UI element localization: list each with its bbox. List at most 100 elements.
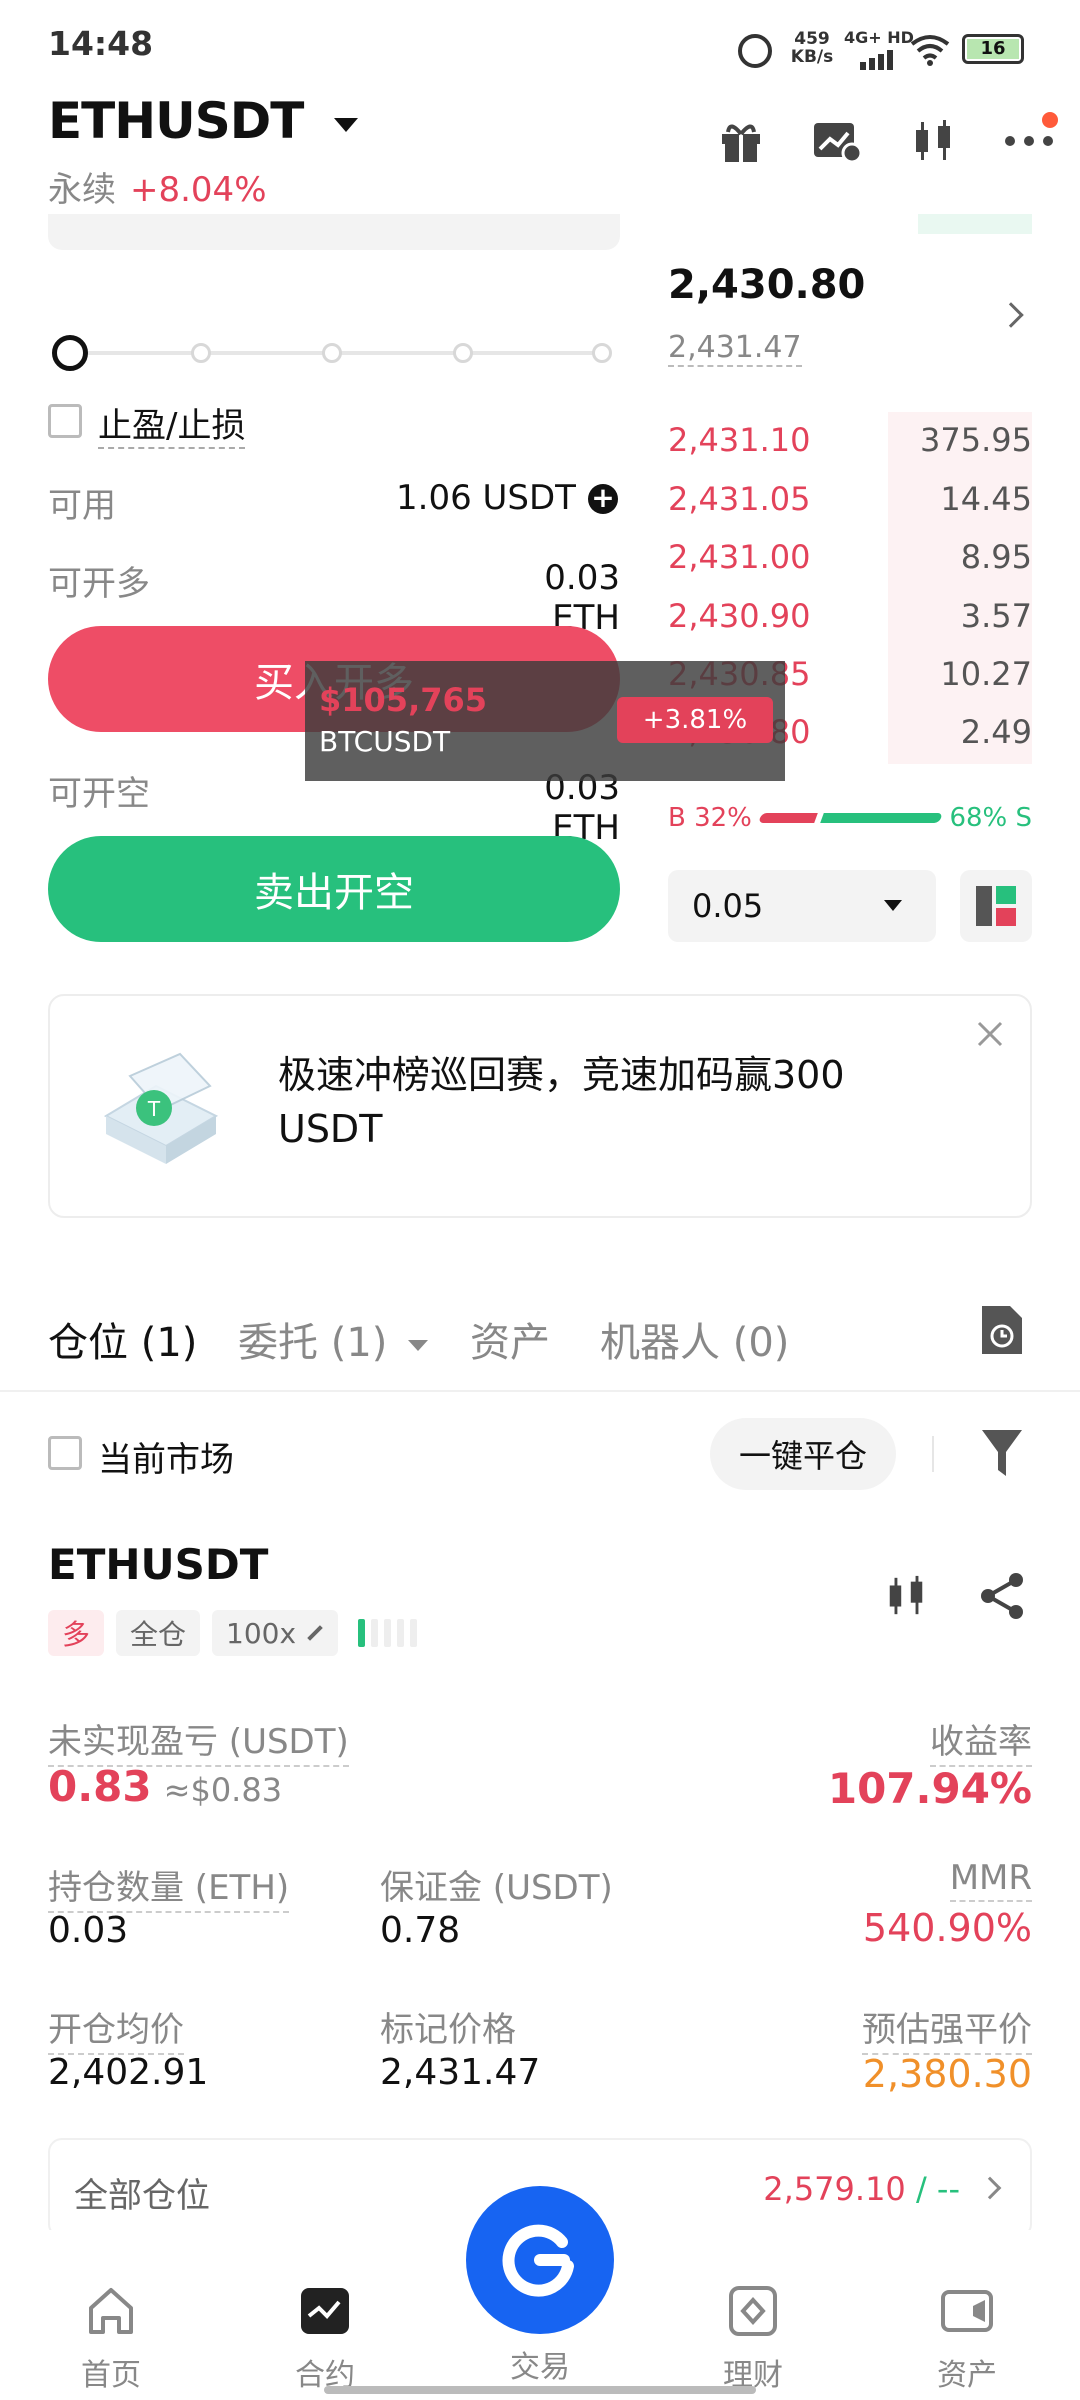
more-menu-icon[interactable]	[1004, 112, 1058, 166]
battery-icon: 16	[962, 34, 1024, 64]
tab-positions[interactable]: 仓位 (1)	[48, 1310, 197, 1368]
chevron-right-icon[interactable]	[998, 302, 1024, 328]
adl-indicator	[358, 1619, 418, 1647]
roe-label[interactable]: 收益率	[930, 1714, 1032, 1767]
floating-ticker-price: $105,765	[319, 681, 488, 719]
wifi-icon	[910, 35, 950, 66]
floating-ticker-change: +3.81%	[617, 697, 773, 743]
all-positions-value: 2,579.10 / --	[763, 2170, 960, 2208]
gift-icon[interactable]	[716, 116, 766, 166]
ask-row[interactable]: 2,431.00 8.95	[668, 531, 1032, 583]
side-tag: 多	[48, 1610, 105, 1656]
prize-box-icon: T	[96, 1046, 226, 1166]
history-icon[interactable]	[980, 1304, 1024, 1356]
notification-dot	[1042, 112, 1058, 128]
chart-settings-icon[interactable]	[812, 116, 862, 166]
caret-down-icon	[884, 900, 902, 911]
all-positions-label: 全部仓位	[74, 2176, 210, 2216]
filter-icon[interactable]	[980, 1428, 1024, 1478]
liq-price-value: 2,380.30	[862, 2052, 1032, 2096]
amount-input-edge[interactable]	[48, 214, 620, 250]
promo-banner[interactable]: T 极速冲榜巡回赛，竞速加码赢300 USDT	[48, 994, 1032, 1218]
price-change: +8.04%	[130, 170, 267, 210]
close-all-button[interactable]: 一键平仓	[710, 1418, 896, 1490]
status-time: 14:48	[48, 24, 154, 63]
tp-sl-label[interactable]: 止盈/止损	[98, 398, 246, 449]
sell-short-button[interactable]: 卖出开空	[48, 836, 620, 942]
current-market-checkbox[interactable]	[48, 1436, 82, 1470]
nav-trade-label[interactable]: 交易	[465, 2342, 615, 2386]
liq-price-label[interactable]: 预估强平价	[862, 2002, 1032, 2055]
nav-home[interactable]: 首页	[36, 2286, 186, 2394]
amount-slider-handle[interactable]	[52, 335, 88, 371]
upnl-usd: ≈$0.83	[163, 1771, 283, 1809]
position-tags: 多 全仓 100x	[48, 1610, 418, 1656]
home-indicator[interactable]	[324, 2386, 756, 2394]
margin-label: 保证金 (USDT)	[380, 1868, 613, 1908]
position-chart-icon[interactable]	[884, 1574, 928, 1618]
upnl-value: 0.83	[48, 1762, 152, 1811]
ask-row[interactable]: 2,430.90 3.57	[668, 590, 1032, 642]
tab-orders[interactable]: 委托 (1)	[238, 1310, 429, 1368]
slider-step-25[interactable]	[191, 343, 211, 363]
upnl-label[interactable]: 未实现盈亏 (USDT)	[48, 1714, 349, 1767]
symbol-selector[interactable]: ETHUSDT	[48, 92, 358, 150]
roe-value: 107.94%	[827, 1764, 1032, 1813]
nav-earn[interactable]: 理财	[678, 2286, 828, 2394]
tp-sl-checkbox[interactable]	[48, 404, 82, 438]
home-icon	[89, 2288, 133, 2334]
candlestick-icon[interactable]	[908, 116, 958, 166]
chevron-right-icon	[978, 2176, 1002, 2200]
futures-icon	[301, 2288, 349, 2334]
mark-price-label: 标记价格	[380, 2010, 516, 2050]
available-value: 1.06 USDT	[396, 478, 576, 518]
can-open-short-label: 可开空	[48, 774, 150, 814]
slider-step-50[interactable]	[322, 343, 342, 363]
leverage-tag[interactable]: 100x	[212, 1610, 339, 1656]
mmr-value: 540.90%	[862, 1906, 1032, 1950]
floating-ticker-symbol: BTCUSDT	[319, 725, 451, 758]
floating-ticker[interactable]: $105,765 BTCUSDT +3.81%	[305, 661, 785, 781]
size-label[interactable]: 持仓数量 (ETH)	[48, 1860, 290, 1913]
orderbook-layout-icon[interactable]	[960, 870, 1032, 942]
buy-ratio: B 32%	[668, 803, 752, 833]
nav-futures[interactable]: 合约	[250, 2286, 400, 2394]
current-market-label[interactable]: 当前市场	[98, 1432, 234, 1481]
entry-price-label[interactable]: 开仓均价	[48, 2002, 184, 2055]
ask-row[interactable]: 2,431.10 375.95	[668, 414, 1032, 466]
symbol-title: ETHUSDT	[48, 92, 304, 150]
position-symbol[interactable]: ETHUSDT	[48, 1540, 268, 1589]
svg-text:T: T	[147, 1097, 161, 1121]
signal-icon	[860, 50, 893, 70]
mmr-label[interactable]: MMR	[949, 1858, 1032, 1902]
ratio-bar-sell	[820, 813, 944, 823]
add-funds-icon[interactable]: +	[588, 484, 618, 514]
exchange-logo-icon	[502, 2224, 574, 2297]
precision-select[interactable]: 0.05	[668, 870, 936, 942]
margin-mode-tag: 全仓	[116, 1610, 201, 1656]
edit-icon	[307, 1625, 323, 1641]
position-tabs: 仓位 (1) 委托 (1) 资产 机器人 (0)	[0, 1290, 1080, 1386]
trade-button[interactable]	[466, 2186, 614, 2334]
header-actions	[716, 112, 1058, 166]
mark-price: 2,431.47	[668, 330, 802, 367]
upnl-value-row: 0.83 ≈$0.83	[48, 1762, 282, 1811]
chevron-down-icon	[333, 117, 358, 132]
slider-step-100[interactable]	[592, 343, 612, 363]
last-price: 2,430.80	[668, 262, 866, 308]
sell-ratio: 68% S	[949, 803, 1032, 833]
close-icon[interactable]	[974, 1018, 1006, 1050]
share-icon[interactable]	[978, 1572, 1026, 1620]
tab-bots[interactable]: 机器人 (0)	[600, 1310, 789, 1368]
nav-assets[interactable]: 资产	[892, 2286, 1042, 2394]
tab-assets[interactable]: 资产	[470, 1310, 550, 1368]
network-speed: 459 KB/s	[790, 29, 834, 67]
ratio-bar-buy	[758, 813, 818, 823]
size-value: 0.03	[48, 1910, 129, 1951]
buy-sell-ratio: B 32% 68% S	[668, 800, 1032, 836]
slider-step-75[interactable]	[453, 343, 473, 363]
can-open-long-label: 可开多	[48, 564, 150, 604]
ask-row[interactable]: 2,431.05 14.45	[668, 473, 1032, 525]
chevron-down-icon	[408, 1339, 429, 1351]
earn-icon	[729, 2286, 777, 2336]
